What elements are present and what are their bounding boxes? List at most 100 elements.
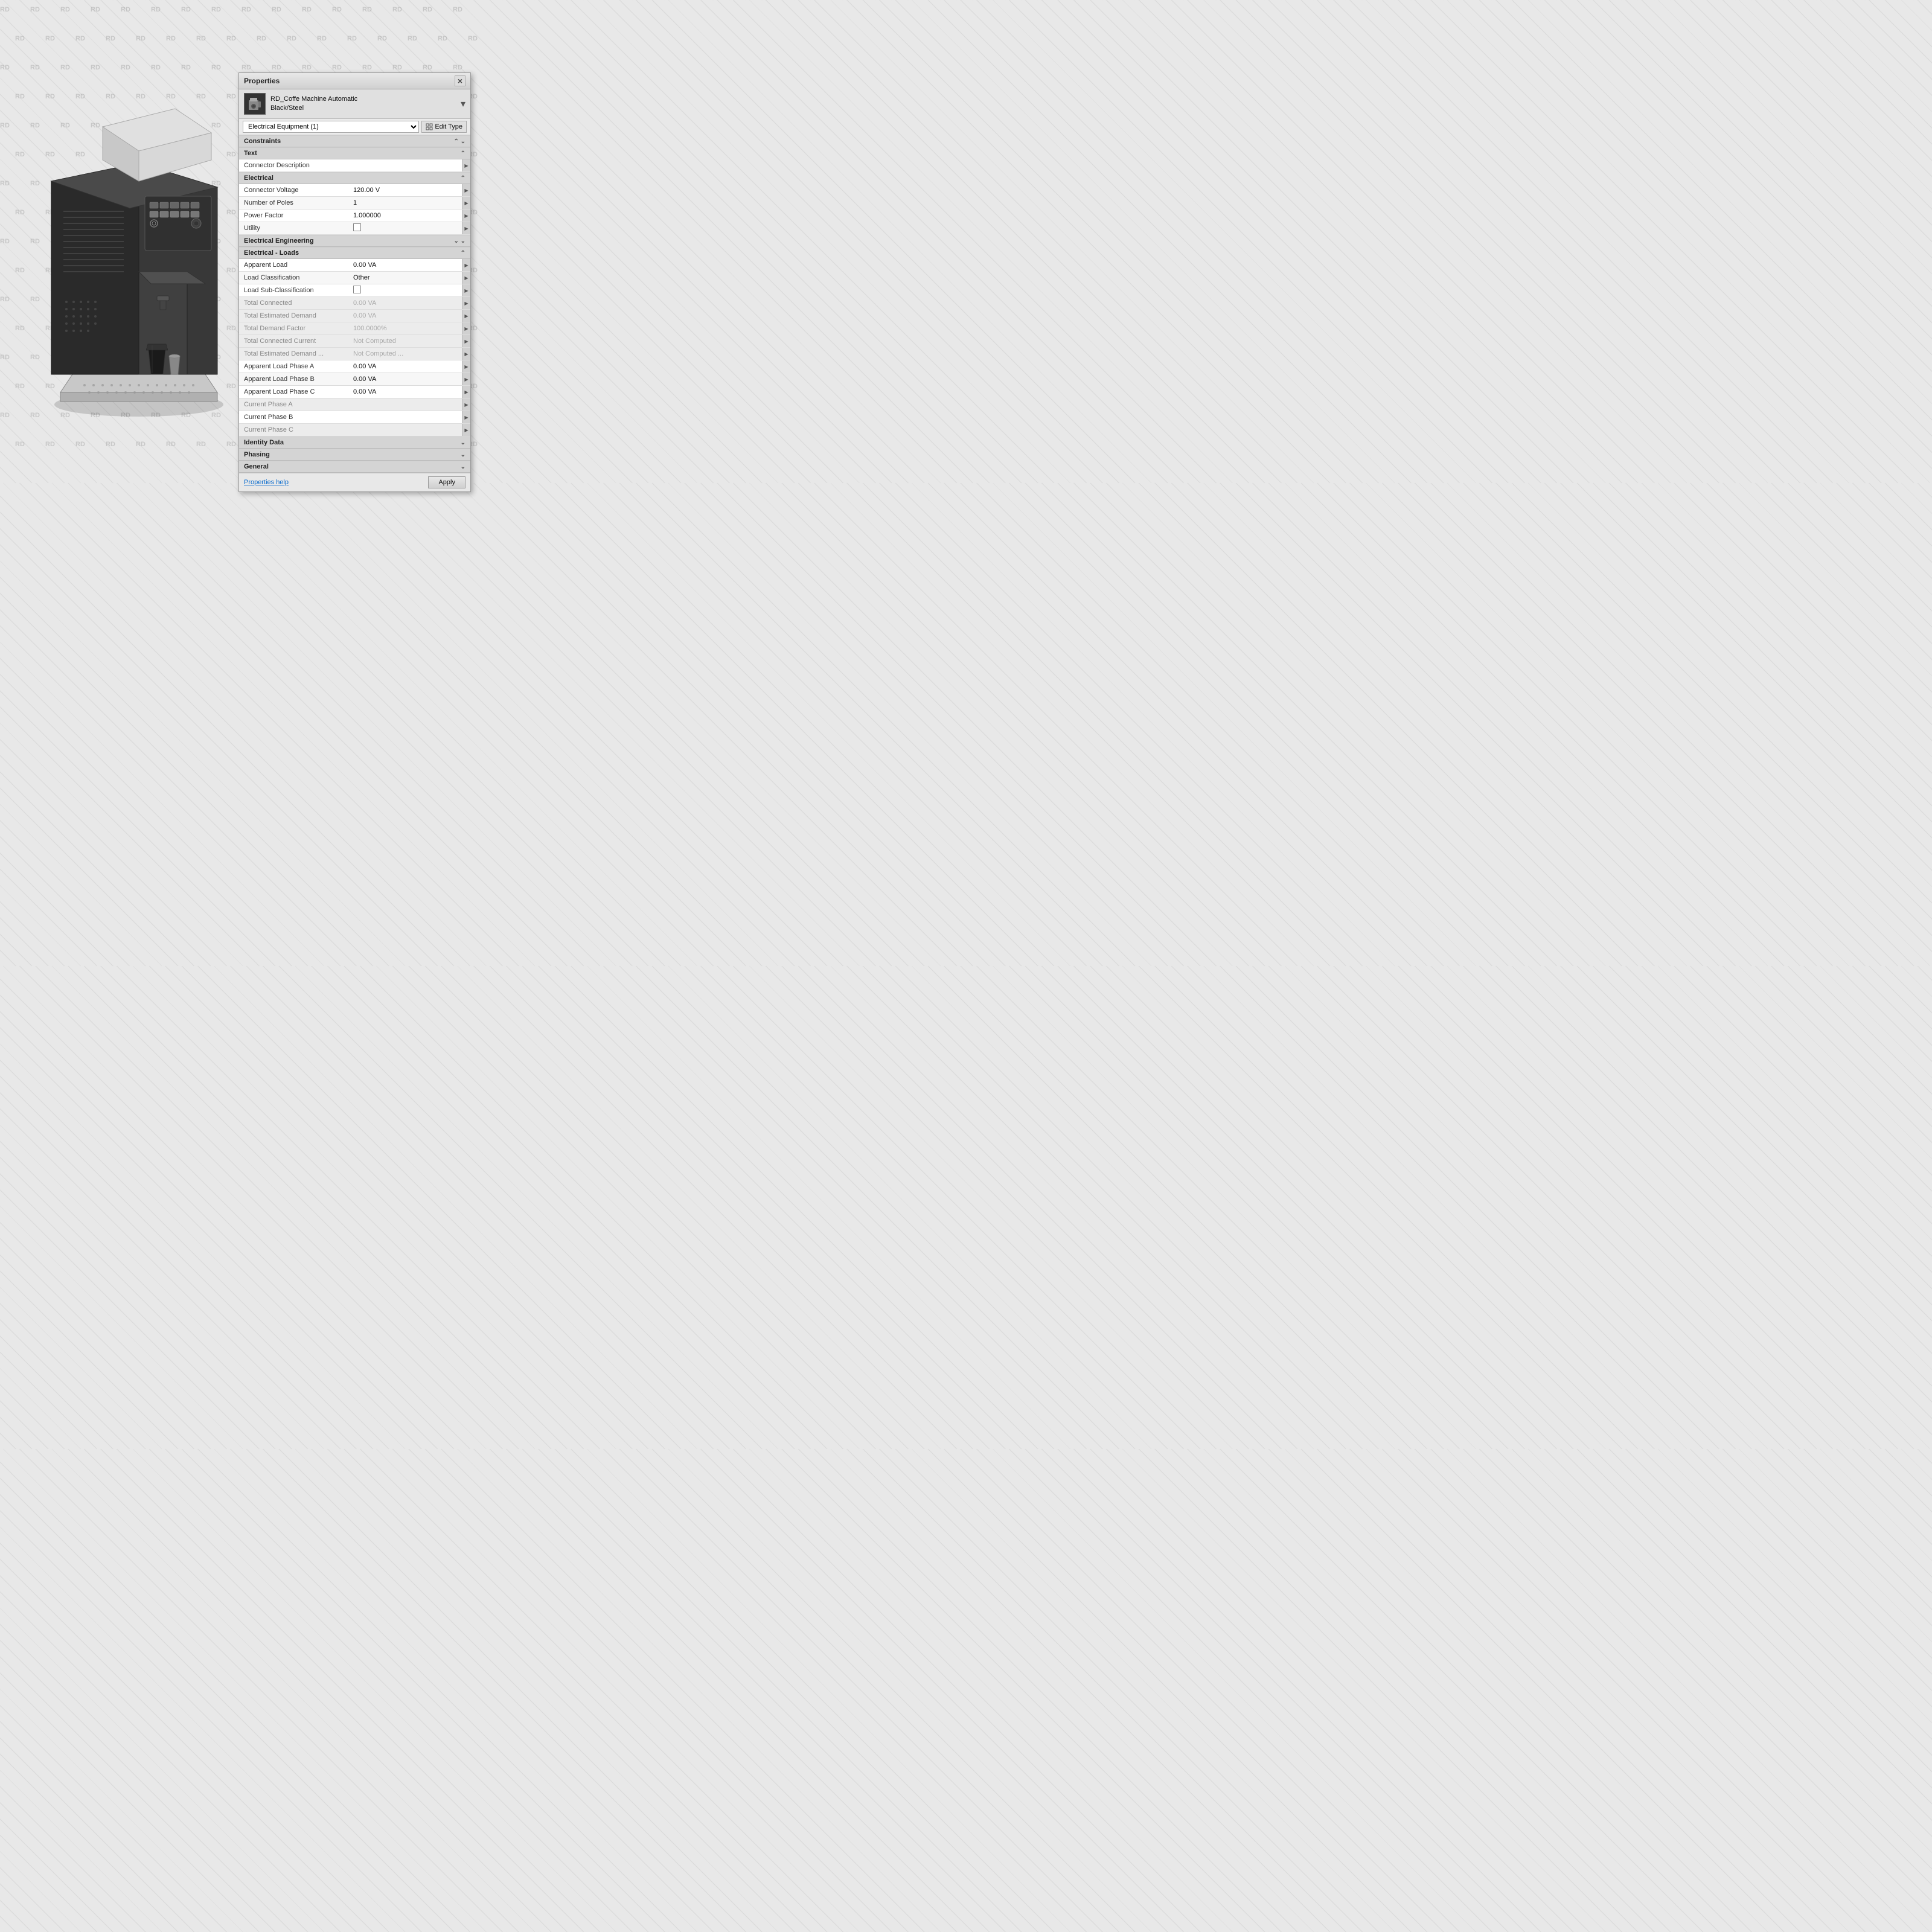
row-scroll-btn-3[interactable]: ▶ [462, 197, 470, 209]
label-current-phase-c: Current Phase C [239, 425, 351, 435]
label-apparent-load-phase-b: Apparent Load Phase B [239, 374, 351, 384]
value-apparent-load-phase-b[interactable]: 0.00 VA [351, 374, 462, 384]
value-total-estimated-demand-1: 0.00 VA [351, 311, 462, 321]
label-number-of-poles: Number of Poles [239, 198, 351, 208]
row-connector-voltage: Connector Voltage 120.00 V ▶ [239, 184, 470, 197]
row-apparent-load-phase-a: Apparent Load Phase A 0.00 VA ▶ [239, 360, 470, 373]
section-elec-loads-label: Electrical - Loads [244, 249, 299, 257]
row-scroll-btn-2[interactable]: ▶ [462, 184, 470, 196]
section-phasing[interactable]: Phasing ⌄ [239, 449, 470, 461]
row-scroll-btn-6[interactable]: ▶ [462, 259, 470, 271]
row-scroll-btn-15[interactable]: ▶ [462, 373, 470, 385]
label-load-sub-classification: Load Sub-Classification [239, 286, 351, 295]
section-text[interactable]: Text ⌃ [239, 147, 470, 159]
section-electrical[interactable]: Electrical ⌃ [239, 172, 470, 184]
row-current-phase-a: Current Phase A ▶ [239, 398, 470, 411]
section-constraints-toggle[interactable]: ⌃ ⌄ [453, 138, 465, 145]
section-elec-eng-label: Electrical Engineering [244, 237, 314, 245]
section-elec-eng-toggle[interactable]: ⌄ ⌄ [453, 238, 465, 245]
section-general[interactable]: General ⌄ [239, 461, 470, 473]
value-total-estimated-demand-2: Not Computed ... [351, 349, 462, 359]
section-elec-loads-toggle[interactable]: ⌃ [461, 250, 465, 257]
row-scroll-btn-11[interactable]: ▶ [462, 322, 470, 334]
row-scroll-btn[interactable]: ▶ [462, 159, 470, 171]
panel-nav-icon[interactable]: ▾ [461, 98, 465, 110]
row-total-estimated-demand-1: Total Estimated Demand 0.00 VA ▶ [239, 310, 470, 322]
row-power-factor: Power Factor 1.000000 ▶ [239, 210, 470, 222]
device-icon [244, 93, 266, 115]
value-connector-description[interactable] [351, 164, 462, 167]
value-connector-voltage[interactable]: 120.00 V [351, 185, 462, 195]
value-current-phase-a [351, 403, 462, 406]
row-apparent-load-phase-c: Apparent Load Phase C 0.00 VA ▶ [239, 386, 470, 398]
value-total-connected-current: Not Computed [351, 336, 462, 346]
panel-header: RD_Coffe Machine Automatic Black/Steel ▾ [239, 89, 470, 119]
row-current-phase-c: Current Phase C ▶ [239, 424, 470, 437]
row-scroll-btn-8[interactable]: ▶ [462, 284, 470, 296]
panel-title: Properties [244, 77, 280, 85]
label-current-phase-b: Current Phase B [239, 412, 351, 422]
label-connector-voltage: Connector Voltage [239, 185, 351, 195]
row-scroll-btn-9[interactable]: ▶ [462, 297, 470, 309]
row-scroll-btn-7[interactable]: ▶ [462, 272, 470, 284]
edit-type-icon [426, 123, 433, 130]
load-sub-classification-checkbox[interactable] [353, 286, 361, 293]
value-current-phase-b[interactable] [351, 416, 462, 418]
label-total-demand-factor: Total Demand Factor [239, 324, 351, 333]
row-scroll-btn-5[interactable]: ▶ [462, 222, 470, 234]
row-scroll-btn-19[interactable]: ▶ [462, 424, 470, 436]
device-name: RD_Coffe Machine Automatic Black/Steel [270, 95, 357, 114]
row-total-connected-current: Total Connected Current Not Computed ▶ [239, 335, 470, 348]
row-apparent-load-phase-b: Apparent Load Phase B 0.00 VA ▶ [239, 373, 470, 386]
coffee-machine-illustration [18, 91, 272, 441]
section-phasing-toggle[interactable]: ⌄ [461, 452, 465, 458]
properties-help-link[interactable]: Properties help [244, 479, 289, 486]
row-scroll-btn-16[interactable]: ▶ [462, 386, 470, 398]
edit-type-button[interactable]: Edit Type [421, 121, 467, 133]
label-connector-description: Connector Description [239, 161, 351, 170]
section-identity-label: Identity Data [244, 439, 284, 446]
section-identity-data[interactable]: Identity Data ⌄ [239, 437, 470, 449]
panel-footer: Properties help Apply [239, 473, 470, 491]
label-total-connected-current: Total Connected Current [239, 336, 351, 346]
apply-button[interactable]: Apply [428, 476, 465, 488]
section-electrical-engineering[interactable]: Electrical Engineering ⌄ ⌄ [239, 235, 470, 247]
close-button[interactable]: × [455, 75, 465, 86]
value-power-factor[interactable]: 1.000000 [351, 211, 462, 220]
value-number-of-poles[interactable]: 1 [351, 198, 462, 208]
section-text-toggle[interactable]: ⌃ [461, 150, 465, 157]
row-scroll-btn-10[interactable]: ▶ [462, 310, 470, 322]
value-total-demand-factor: 100.0000% [351, 324, 462, 333]
label-total-connected: Total Connected [239, 298, 351, 308]
row-scroll-btn-14[interactable]: ▶ [462, 360, 470, 373]
row-scroll-btn-17[interactable]: ▶ [462, 398, 470, 411]
edit-type-label: Edit Type [435, 123, 462, 130]
element-dropdown[interactable]: Electrical Equipment (1) [243, 121, 419, 133]
value-load-classification[interactable]: Other [351, 273, 462, 283]
value-current-phase-c [351, 429, 462, 431]
section-identity-toggle[interactable]: ⌄ [461, 440, 465, 446]
row-connector-description: Connector Description ▶ [239, 159, 470, 172]
row-scroll-btn-4[interactable]: ▶ [462, 210, 470, 222]
value-apparent-load-phase-c[interactable]: 0.00 VA [351, 387, 462, 397]
value-load-sub-classification [351, 284, 462, 296]
value-apparent-load-phase-a[interactable]: 0.00 VA [351, 362, 462, 371]
label-total-estimated-demand-1: Total Estimated Demand [239, 311, 351, 321]
value-total-connected: 0.00 VA [351, 298, 462, 308]
row-scroll-btn-12[interactable]: ▶ [462, 335, 470, 347]
section-phasing-label: Phasing [244, 451, 270, 458]
row-scroll-btn-18[interactable]: ▶ [462, 411, 470, 423]
properties-scroll-area[interactable]: Constraints ⌃ ⌄ Text ⌃ Connector Descrip… [239, 135, 470, 473]
row-total-estimated-demand-2: Total Estimated Demand ... Not Computed … [239, 348, 470, 360]
section-constraints[interactable]: Constraints ⌃ ⌄ [239, 135, 470, 147]
section-general-toggle[interactable]: ⌄ [461, 464, 465, 470]
section-text-label: Text [244, 150, 257, 157]
section-electrical-toggle[interactable]: ⌃ [461, 175, 465, 182]
utility-checkbox[interactable] [353, 223, 361, 231]
row-scroll-btn-13[interactable]: ▶ [462, 348, 470, 360]
section-electrical-loads[interactable]: Electrical - Loads ⌃ [239, 247, 470, 259]
panel-titlebar: Properties × [239, 73, 470, 89]
value-apparent-load[interactable]: 0.00 VA [351, 260, 462, 270]
value-utility [351, 222, 462, 234]
panel-dropdown-row: Electrical Equipment (1) Edit Type [239, 119, 470, 135]
